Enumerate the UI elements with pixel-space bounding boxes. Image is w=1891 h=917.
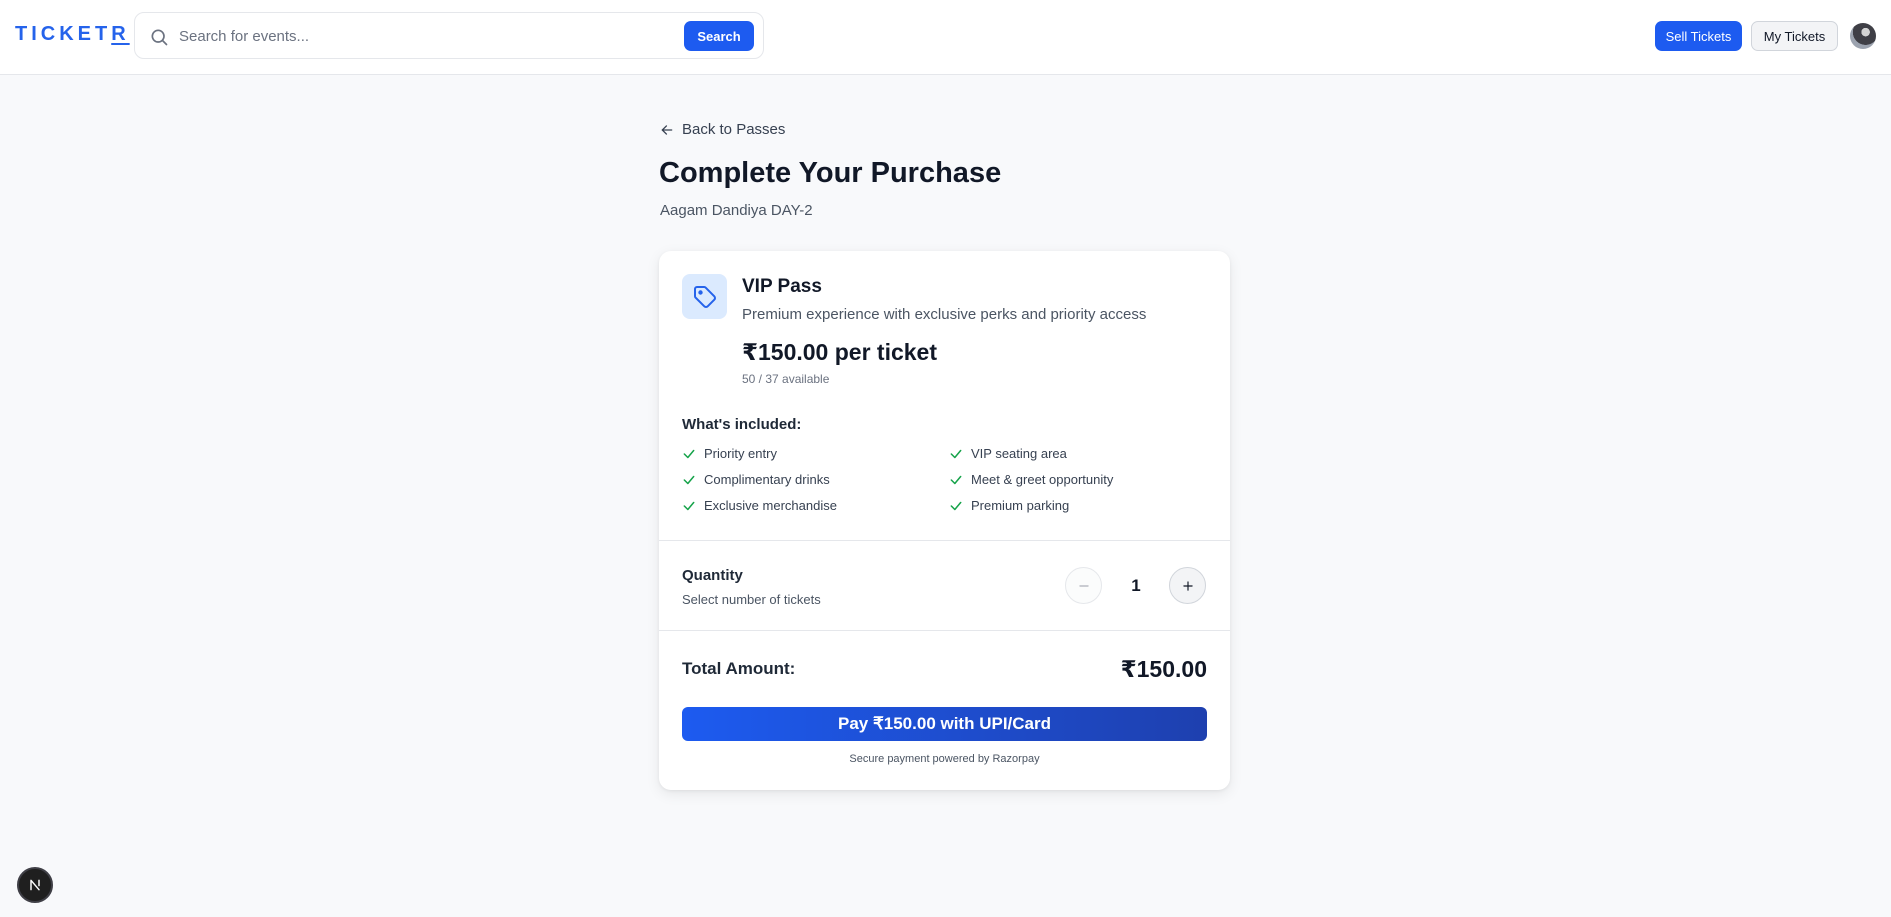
increase-quantity-button[interactable] bbox=[1169, 567, 1206, 604]
quantity-sub-label: Select number of tickets bbox=[682, 592, 821, 607]
nextjs-icon bbox=[30, 879, 40, 891]
divider bbox=[659, 630, 1230, 631]
pass-icon-tile bbox=[682, 274, 727, 319]
perk-item: VIP seating area bbox=[949, 446, 1067, 461]
plus-icon bbox=[1182, 580, 1193, 591]
check-icon bbox=[683, 501, 695, 510]
check-icon bbox=[683, 449, 695, 458]
decrease-quantity-button[interactable] bbox=[1065, 567, 1102, 604]
pass-price: ₹150.00 per ticket bbox=[742, 339, 938, 365]
ticketr-logo[interactable]: TICKETR bbox=[15, 23, 130, 46]
perk-item: Complimentary drinks bbox=[682, 472, 830, 487]
top-navbar: TICKETR Search Sell Tickets My Tickets bbox=[0, 0, 1891, 75]
pass-purchase-card: VIP Pass Premium experience with exclusi… bbox=[659, 251, 1230, 790]
perk-label: Meet & greet opportunity bbox=[971, 472, 1114, 487]
perk-label: Complimentary drinks bbox=[704, 472, 830, 487]
search-bar: Search bbox=[134, 12, 764, 59]
perk-item: Meet & greet opportunity bbox=[949, 472, 1113, 487]
pass-name: VIP Pass bbox=[742, 276, 822, 297]
pass-description: Premium experience with exclusive perks … bbox=[742, 306, 1147, 323]
divider bbox=[659, 540, 1230, 541]
check-icon bbox=[950, 501, 962, 510]
nextjs-dev-badge[interactable] bbox=[17, 867, 53, 903]
perk-item: Premium parking bbox=[949, 498, 1069, 513]
quantity-label: Quantity bbox=[682, 567, 743, 584]
search-input[interactable] bbox=[179, 21, 679, 51]
sell-tickets-button[interactable]: Sell Tickets bbox=[1655, 21, 1742, 51]
total-amount-value: ₹150.00 bbox=[1120, 656, 1207, 682]
quantity-value: 1 bbox=[1131, 576, 1141, 595]
perk-label: Priority entry bbox=[704, 446, 777, 461]
search-button[interactable]: Search bbox=[684, 21, 754, 51]
arrow-left-icon bbox=[661, 124, 673, 135]
perk-item: Exclusive merchandise bbox=[682, 498, 837, 513]
pay-button[interactable]: Pay ₹150.00 with UPI/Card bbox=[682, 707, 1207, 741]
perk-label: Premium parking bbox=[971, 498, 1070, 513]
check-icon bbox=[950, 475, 962, 484]
check-icon bbox=[950, 449, 962, 458]
perk-label: VIP seating area bbox=[971, 446, 1067, 461]
user-avatar[interactable] bbox=[1850, 23, 1876, 49]
my-tickets-button[interactable]: My Tickets bbox=[1751, 21, 1838, 51]
perk-label: Exclusive merchandise bbox=[704, 498, 837, 513]
check-icon bbox=[683, 475, 695, 484]
pass-availability: 50 / 37 available bbox=[742, 372, 830, 386]
event-name: Aagam Dandiya DAY-2 bbox=[660, 202, 813, 219]
search-icon bbox=[151, 29, 168, 46]
included-heading: What's included: bbox=[682, 416, 802, 433]
total-amount-label: Total Amount: bbox=[682, 659, 796, 678]
perk-item: Priority entry bbox=[682, 446, 777, 461]
page-title: Complete Your Purchase bbox=[659, 157, 1002, 189]
tag-icon bbox=[693, 285, 716, 308]
minus-icon bbox=[1078, 584, 1089, 587]
back-link-label: Back to Passes bbox=[682, 121, 786, 138]
back-to-passes-link[interactable]: Back to Passes bbox=[660, 121, 785, 138]
secure-payment-note: Secure payment powered by Razorpay bbox=[849, 753, 1040, 765]
